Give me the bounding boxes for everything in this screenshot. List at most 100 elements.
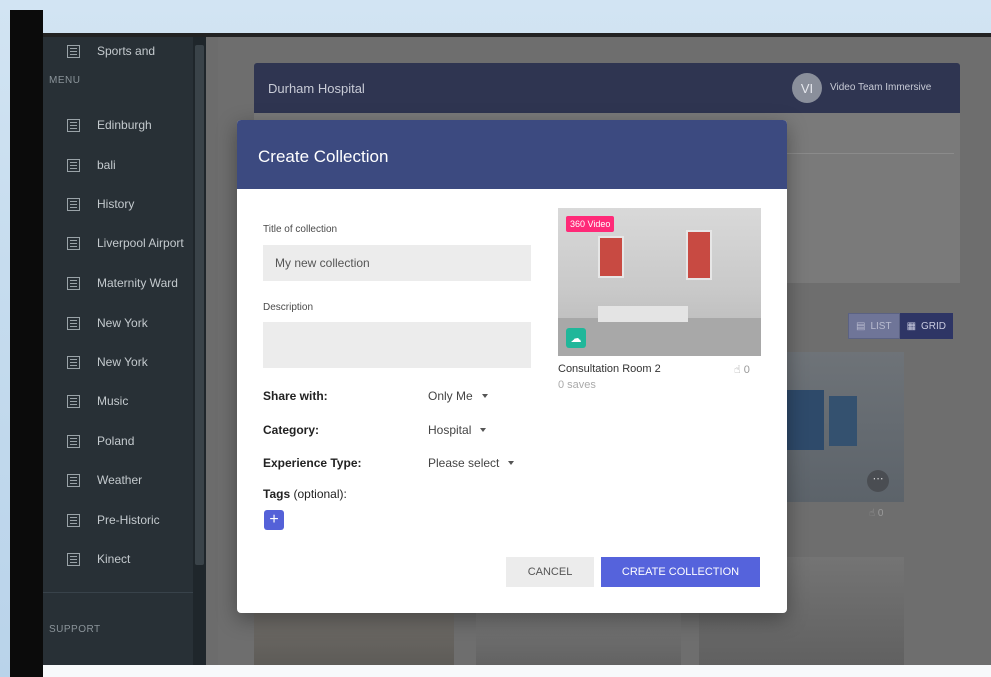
list-icon (67, 236, 80, 250)
sidebar-item-pre-historic[interactable]: Pre-Historic (67, 508, 160, 532)
description-input[interactable] (263, 322, 531, 368)
preview-wall-panel (686, 230, 712, 280)
avatar[interactable]: VI (792, 73, 822, 103)
sidebar-item-weather[interactable]: Weather (67, 468, 142, 492)
modal-header: Create Collection (237, 120, 787, 189)
tags-optional-text: (optional): (293, 487, 347, 501)
chevron-down-icon (508, 461, 515, 465)
chevron-down-icon (481, 394, 488, 398)
divider (784, 153, 954, 154)
list-icon (67, 355, 80, 369)
collection-title-input[interactable] (263, 245, 531, 281)
view-toggle: ▤ LIST ▦ GRID (848, 313, 954, 339)
more-options-icon[interactable]: ⋯ (867, 470, 889, 492)
create-collection-modal: Create Collection Title of collection De… (237, 120, 787, 613)
team-name[interactable]: Video Team Immersive (830, 82, 931, 93)
share-with-label: Share with: (263, 389, 328, 403)
sidebar-divider (43, 592, 193, 593)
create-collection-button[interactable]: CREATE COLLECTION (601, 557, 760, 587)
sidebar-item-label: Edinburgh (97, 118, 152, 132)
sidebar-item-label: Music (97, 394, 129, 408)
sidebar-item-label: Pre-Historic (97, 513, 160, 527)
thumbnail-cabinet (829, 396, 857, 446)
preview-likes-value: 0 (743, 364, 750, 376)
list-icon (67, 276, 80, 290)
tags-label: Tags (optional): (263, 487, 347, 501)
sidebar-item-label: bali (97, 158, 116, 172)
cancel-button[interactable]: CANCEL (506, 557, 594, 587)
likes-count: ☝ 0 (869, 508, 883, 519)
list-view-label: LIST (870, 320, 892, 332)
preview-likes: ☝ 0 (734, 363, 750, 376)
list-icon (67, 158, 80, 172)
sidebar-item-kinect[interactable]: Kinect (67, 547, 130, 571)
sidebar-item-label: Maternity Ward (97, 276, 178, 290)
sidebar-item-new-york-2[interactable]: New York (67, 350, 148, 374)
tags-label-text: Tags (263, 487, 291, 501)
share-with-dropdown[interactable]: Only Me (428, 389, 488, 403)
thumbs-up-icon: ☝ (869, 508, 876, 519)
grid-view-label: GRID (921, 320, 947, 332)
experience-type-value: Please select (428, 456, 500, 470)
sidebar-item-label: Kinect (97, 552, 131, 566)
sidebar-item-sports[interactable]: Sports and (67, 43, 155, 59)
list-icon (67, 44, 80, 58)
sidebar-item-poland[interactable]: Poland (67, 429, 134, 453)
list-icon (67, 316, 80, 330)
experience-type-label: Experience Type: (263, 456, 362, 470)
sidebar-item-label: Poland (97, 434, 135, 448)
sidebar-item-label: Sports and (97, 44, 156, 58)
list-view-button[interactable]: ▤ LIST (848, 313, 900, 339)
support-section-label: SUPPORT (49, 624, 101, 635)
list-icon: ▤ (856, 320, 866, 332)
hospital-title: Durham Hospital (268, 81, 365, 96)
sidebar-item-liverpool-airport[interactable]: Liverpool Airport (67, 231, 184, 255)
preview-title: Consultation Room 2 (558, 363, 661, 375)
chevron-down-icon (480, 428, 487, 432)
experience-type-dropdown[interactable]: Please select (428, 456, 515, 470)
experience-thumbnail[interactable] (476, 612, 681, 665)
list-icon (67, 197, 80, 211)
scrollbar-thumb[interactable] (195, 45, 204, 565)
add-tag-button[interactable]: + (264, 510, 284, 530)
experience-thumbnail[interactable] (254, 612, 454, 665)
title-field-label: Title of collection (263, 224, 338, 235)
category-value: Hospital (428, 423, 472, 437)
preview-wall-panel (598, 236, 624, 278)
sidebar: Sports and MENU Edinburgh bali History L… (43, 37, 206, 665)
cloud-icon: ☁ (566, 328, 586, 348)
share-with-value: Only Me (428, 389, 473, 403)
video-type-badge: 360 Video (566, 216, 615, 232)
window-bottom-edge (43, 665, 991, 677)
sidebar-item-history[interactable]: History (67, 192, 134, 216)
window-edge (10, 10, 43, 677)
sidebar-scrollbar[interactable] (193, 37, 206, 665)
sidebar-item-label: Liverpool Airport (97, 236, 184, 250)
sidebar-item-music[interactable]: Music (67, 389, 128, 413)
list-icon (67, 434, 80, 448)
description-label: Description (263, 302, 314, 313)
list-icon (67, 118, 80, 132)
list-icon (67, 394, 80, 408)
sidebar-item-bali[interactable]: bali (67, 153, 116, 177)
preview-bench (598, 306, 688, 322)
list-icon (67, 513, 80, 527)
list-icon (67, 552, 80, 566)
preview-floor (558, 318, 761, 356)
sidebar-item-edinburgh[interactable]: Edinburgh (67, 113, 152, 137)
experience-preview-image: 360 Video ☁ (558, 208, 761, 356)
sidebar-item-maternity-ward[interactable]: Maternity Ward (67, 271, 178, 295)
category-label: Category: (263, 423, 320, 437)
list-icon (67, 473, 80, 487)
category-dropdown[interactable]: Hospital (428, 423, 487, 437)
sidebar-item-label: New York (97, 316, 148, 330)
sidebar-item-label: History (97, 197, 135, 211)
sidebar-item-label: New York (97, 355, 148, 369)
preview-saves: 0 saves (558, 379, 596, 391)
sidebar-item-label: Weather (97, 473, 143, 487)
thumbnail-cabinet (784, 390, 824, 450)
sidebar-item-new-york[interactable]: New York (67, 311, 148, 335)
grid-view-button[interactable]: ▦ GRID (899, 313, 954, 339)
modal-title: Create Collection (258, 147, 389, 166)
hospital-header: Durham Hospital VI Video Team Immersive (254, 63, 960, 113)
